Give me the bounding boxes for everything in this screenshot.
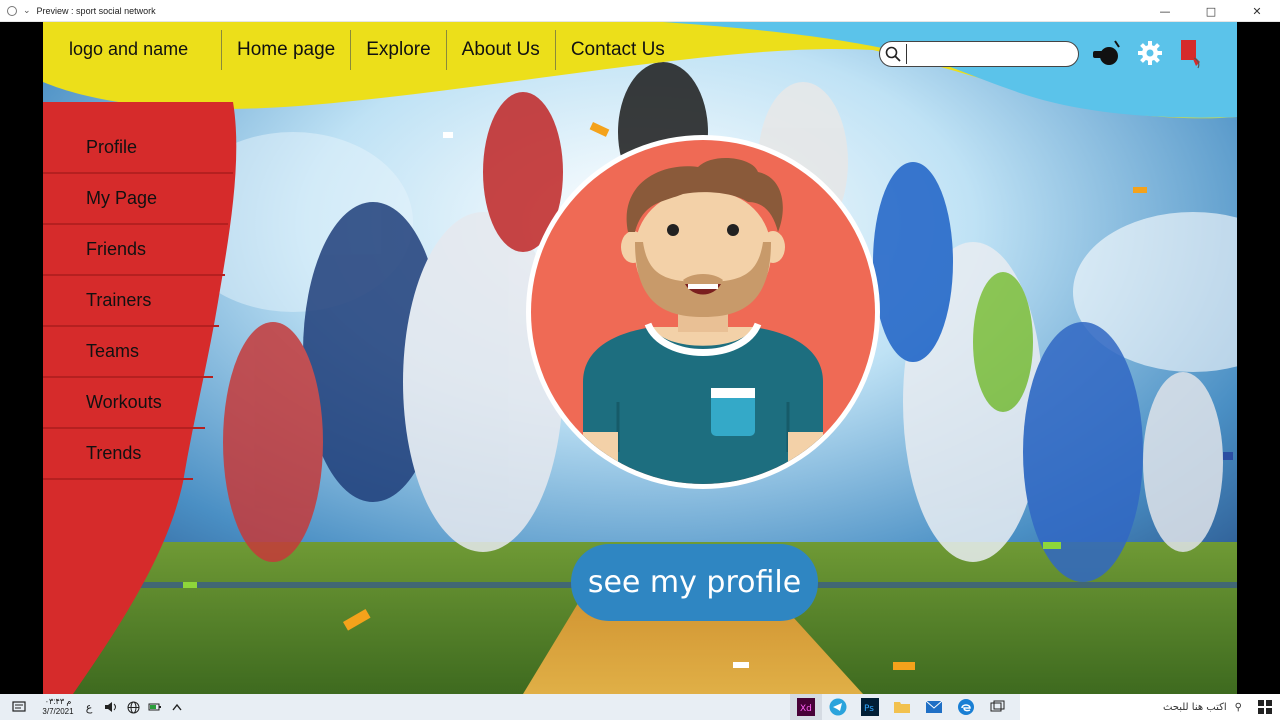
sidebar-item-teams[interactable]: Teams bbox=[43, 327, 213, 378]
app-canvas: logo and name Home page Explore About Us… bbox=[43, 22, 1237, 694]
chevron-up-icon[interactable] bbox=[166, 694, 188, 720]
screen: ⌄ Preview : sport social network — □ ✕ l… bbox=[0, 0, 1280, 720]
taskbar-search-icon: ⚲ bbox=[1234, 701, 1242, 713]
search-input[interactable] bbox=[906, 44, 1066, 64]
taskbar-date: 3/7/2021 bbox=[42, 707, 74, 716]
telegram-icon[interactable] bbox=[822, 694, 854, 720]
network-icon[interactable] bbox=[122, 694, 144, 720]
taskbar-search-placeholder: اكتب هنا للبحث bbox=[1162, 701, 1227, 713]
sidebar-item-trainers[interactable]: Trainers bbox=[43, 276, 219, 327]
taskbar-search[interactable]: اكتب هنا للبحث ⚲ bbox=[1020, 694, 1250, 720]
sidebar-item-profile[interactable]: Profile bbox=[43, 123, 233, 174]
app-icon bbox=[7, 5, 17, 16]
nav-contact[interactable]: Contact Us bbox=[554, 30, 680, 70]
letterbox-left bbox=[0, 22, 43, 694]
volume-icon[interactable] bbox=[100, 694, 122, 720]
window-titlebar: ⌄ Preview : sport social network — □ ✕ bbox=[0, 0, 1280, 22]
folder-icon[interactable] bbox=[886, 694, 918, 720]
language-indicator[interactable]: ع bbox=[78, 694, 100, 720]
os-taskbar: ۰۳:۴۳ م 3/7/2021 ع Xd Ps اكتب هنا للبحث … bbox=[0, 694, 1280, 720]
minimize-button[interactable]: — bbox=[1142, 0, 1188, 22]
windows-start-icon[interactable] bbox=[1250, 694, 1280, 720]
taskbar-time: ۰۳:۴۳ م bbox=[44, 697, 72, 706]
maximize-button[interactable]: □ bbox=[1188, 0, 1234, 22]
svg-text:Ps: Ps bbox=[864, 704, 874, 714]
mail-icon[interactable] bbox=[918, 694, 950, 720]
taskbar-clock[interactable]: ۰۳:۴۳ م 3/7/2021 bbox=[38, 697, 78, 717]
window-title: Preview : sport social network bbox=[36, 5, 156, 16]
gear-icon[interactable] bbox=[1133, 36, 1167, 70]
logo-text[interactable]: logo and name bbox=[69, 39, 188, 60]
chevron-down-icon[interactable]: ⌄ bbox=[23, 6, 31, 16]
nav-explore[interactable]: Explore bbox=[350, 30, 445, 70]
sidebar-item-trends[interactable]: Trends bbox=[43, 429, 193, 480]
svg-text:Xd: Xd bbox=[800, 704, 812, 714]
notification-icon[interactable] bbox=[0, 694, 38, 720]
close-button[interactable]: ✕ bbox=[1234, 0, 1280, 22]
whistle-icon[interactable] bbox=[1090, 36, 1124, 70]
main-nav: Home page Explore About Us Contact Us bbox=[221, 30, 680, 70]
battery-icon[interactable] bbox=[144, 694, 166, 720]
taskbar-apps: Xd Ps bbox=[790, 694, 1014, 720]
sidebar-menu: Profile My Page Friends Trainers Teams W… bbox=[43, 123, 233, 480]
sidebar-item-workouts[interactable]: Workouts bbox=[43, 378, 205, 429]
search-box[interactable] bbox=[879, 41, 1079, 67]
system-tray: ع bbox=[78, 694, 188, 720]
search-icon[interactable] bbox=[880, 41, 906, 67]
xd-icon[interactable]: Xd bbox=[790, 694, 822, 720]
see-profile-button[interactable]: see my profile bbox=[571, 544, 818, 621]
nav-home[interactable]: Home page bbox=[221, 30, 350, 70]
letterbox-right bbox=[1237, 22, 1280, 694]
profile-avatar[interactable] bbox=[523, 132, 883, 492]
sidebar-item-my-page[interactable]: My Page bbox=[43, 174, 228, 225]
edge-icon[interactable] bbox=[950, 694, 982, 720]
nav-about[interactable]: About Us bbox=[445, 30, 555, 70]
taskview-icon[interactable] bbox=[982, 694, 1014, 720]
photoshop-icon[interactable]: Ps bbox=[854, 694, 886, 720]
sidebar-item-friends[interactable]: Friends bbox=[43, 225, 225, 276]
logout-icon[interactable] bbox=[1173, 36, 1207, 70]
